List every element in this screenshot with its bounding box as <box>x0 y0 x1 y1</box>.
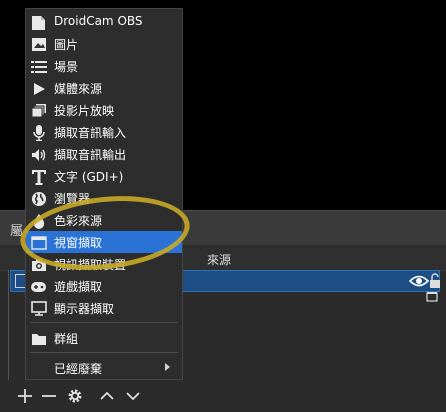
move-down-button[interactable] <box>122 384 144 408</box>
menu-item-group[interactable]: 群組 <box>26 327 182 349</box>
menu-item-image[interactable]: 圖片 <box>26 33 182 55</box>
menu-item-game-capture[interactable]: 遊戲擷取 <box>26 275 182 297</box>
droidcam-icon <box>30 14 47 31</box>
menu-item-browser[interactable]: 瀏覽器 <box>26 187 182 209</box>
dock-title: 屬 <box>10 224 24 239</box>
menu-item-deprecated[interactable]: 已經廢棄 <box>26 357 182 379</box>
menu-item-slideshow[interactable]: 投影片放映 <box>26 99 182 121</box>
window-icon <box>30 234 47 251</box>
folder-icon <box>30 330 47 347</box>
menu-item-media-source[interactable]: 媒體來源 <box>26 77 182 99</box>
move-up-button[interactable] <box>96 384 118 408</box>
menu-item-text-gdi[interactable]: 文字 (GDI+) <box>26 165 182 187</box>
image-icon <box>30 36 47 53</box>
menu-item-label: 已經廢棄 <box>54 362 103 376</box>
menu-item-audio-output[interactable]: 擷取音訊輸出 <box>26 143 182 165</box>
menu-item-label: 視訊擷取裝置 <box>54 258 127 272</box>
menu-item-window-capture[interactable]: 視窗擷取 <box>26 231 182 253</box>
menu-separator <box>30 352 178 353</box>
menu-item-label: 色彩來源 <box>54 214 103 228</box>
menu-separator <box>30 322 178 323</box>
menu-item-label: 媒體來源 <box>54 82 103 96</box>
globe-icon <box>30 190 47 207</box>
menu-item-label: 投影片放映 <box>54 104 115 118</box>
submenu-arrow-icon <box>165 363 170 371</box>
color-icon <box>30 212 47 229</box>
menu-item-label: 群組 <box>54 332 79 346</box>
menu-item-audio-input[interactable]: 擷取音訊輸入 <box>26 121 182 143</box>
camera-icon <box>30 256 47 273</box>
menu-item-label: 視窗擷取 <box>54 236 103 250</box>
minus-icon <box>42 395 56 397</box>
gear-icon <box>68 389 82 403</box>
source-properties-button[interactable] <box>64 384 86 408</box>
menu-item-label: 圖片 <box>54 38 79 52</box>
menu-item-color-source[interactable]: 色彩來源 <box>26 209 182 231</box>
remove-source-button[interactable] <box>38 384 60 408</box>
menu-item-label: 遊戲擷取 <box>54 280 103 294</box>
play-icon <box>30 80 47 97</box>
menu-item-label: 擷取音訊輸入 <box>54 126 127 140</box>
menu-item-display-capture[interactable]: 顯示器擷取 <box>26 297 182 319</box>
menu-item-label: 場景 <box>54 60 79 74</box>
menu-item-label: DroidCam OBS <box>54 14 143 28</box>
menu-item-label: 顯示器擷取 <box>54 302 115 316</box>
menu-item-label: 瀏覽器 <box>54 192 91 206</box>
speaker-icon <box>30 146 47 163</box>
gamepad-icon <box>30 278 47 295</box>
microphone-icon <box>30 124 47 141</box>
chevron-up-icon <box>100 391 114 400</box>
menu-item-video-capture[interactable]: 視訊擷取裝置 <box>26 253 182 275</box>
lock-icon[interactable] <box>429 273 441 289</box>
sources-header-label: 來源 <box>207 253 232 267</box>
add-source-button[interactable] <box>14 384 36 408</box>
scene-list-icon <box>30 58 47 75</box>
text-icon <box>30 168 47 185</box>
slideshow-icon <box>30 102 47 119</box>
menu-item-label: 擷取音訊輸出 <box>54 148 127 162</box>
visibility-eye-icon[interactable] <box>409 274 429 288</box>
menu-item-scene[interactable]: 場景 <box>26 55 182 77</box>
monitor-icon <box>30 300 47 317</box>
plus-icon <box>18 389 32 403</box>
menu-item-label: 文字 (GDI+) <box>54 170 124 184</box>
scenes-pane-edge <box>8 270 9 380</box>
chevron-down-icon <box>126 392 140 401</box>
add-source-menu: DroidCam OBS 圖片 場景 媒體來源 投影片放映 擷取音訊輸入 擷取音… <box>25 8 183 380</box>
menu-item-droidcam[interactable]: DroidCam OBS <box>26 11 182 33</box>
sources-toolbar <box>0 382 446 412</box>
